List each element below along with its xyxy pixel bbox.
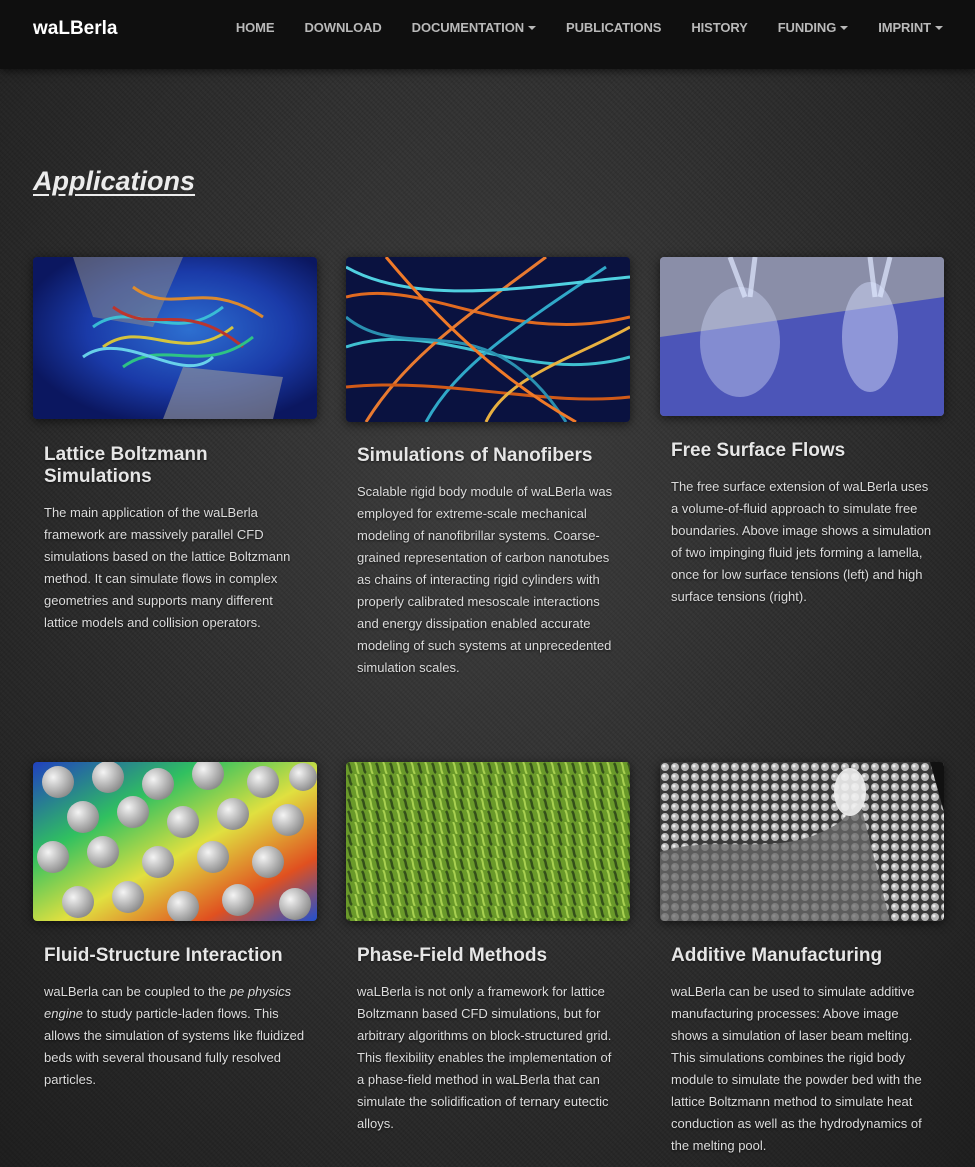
card-phase-field: Phase-Field Methods waLBerla is not only… [346, 762, 630, 1135]
card-text-pre: waLBerla can be coupled to the [44, 984, 230, 999]
card-nanofibers: Simulations of Nanofibers Scalable rigid… [346, 257, 630, 679]
caret-down-icon[interactable] [528, 26, 536, 30]
card-description: waLBerla can be coupled to the pe physic… [44, 981, 306, 1091]
nav-documentation-label[interactable]: DOCUMENTATION [412, 20, 524, 35]
lbm-simulation-image [33, 257, 317, 419]
nav-funding-label[interactable]: FUNDING [778, 20, 837, 35]
card-description: waLBerla can be used to simulate additiv… [671, 984, 922, 1153]
nav-history-label[interactable]: HISTORY [691, 20, 747, 35]
card-description: The free surface extension of waLBerla u… [671, 479, 932, 604]
nav-download-label[interactable]: DOWNLOAD [304, 20, 381, 35]
nav-imprint-label[interactable]: IMPRINT [878, 20, 931, 35]
caret-down-icon[interactable] [935, 26, 943, 30]
card-title: Fluid-Structure Interaction [44, 945, 283, 966]
phase-field-simulation-image [346, 762, 630, 921]
card-title: Simulations of Nanofibers [357, 445, 593, 466]
top-navbar: waLBerla HOME DOWNLOAD DOCUMENTATION PUB… [0, 0, 975, 69]
free-surface-simulation-image [660, 257, 944, 416]
nanofiber-simulation-image [346, 257, 630, 422]
nav-publications[interactable]: PUBLICATIONS [566, 20, 661, 35]
card-lattice-boltzmann: Lattice Boltzmann Simulations The main a… [33, 257, 317, 634]
card-title: Free Surface Flows [671, 440, 846, 461]
card-title: Additive Manufacturing [671, 945, 883, 966]
fluid-structure-simulation-image [33, 762, 317, 921]
nav-download[interactable]: DOWNLOAD [304, 20, 381, 35]
card-description: Scalable rigid body module of waLBerla w… [357, 484, 613, 675]
card-additive-manufacturing: Additive Manufacturing waLBerla can be u… [660, 762, 944, 1157]
nav-history[interactable]: HISTORY [691, 20, 747, 35]
brand-logo[interactable]: waLBerla [33, 18, 117, 40]
page-title: Applications [33, 166, 196, 196]
nav-home-label[interactable]: HOME [236, 20, 275, 35]
caret-down-icon[interactable] [840, 26, 849, 30]
card-title: Lattice Boltzmann Simulations [44, 444, 208, 487]
card-title: Phase-Field Methods [357, 945, 548, 966]
nav-funding[interactable]: FUNDING [778, 20, 849, 35]
card-description: The main application of the waLBerla fra… [44, 505, 291, 630]
card-fluid-structure: Fluid-Structure Interaction waLBerla can… [33, 762, 317, 1091]
card-free-surface: Free Surface Flows The free surface exte… [660, 257, 944, 608]
nav-publications-label[interactable]: PUBLICATIONS [566, 20, 661, 35]
nav-documentation[interactable]: DOCUMENTATION [412, 20, 536, 35]
card-description: waLBerla is not only a framework for lat… [357, 984, 612, 1131]
card-text-post: to study particle-laden flows. This allo… [44, 1006, 305, 1087]
nav-imprint[interactable]: IMPRINT [878, 20, 943, 35]
main-nav: HOME DOWNLOAD DOCUMENTATION PUBLICATIONS… [206, 20, 943, 35]
nav-home[interactable]: HOME [236, 20, 275, 35]
additive-manufacturing-simulation-image [660, 762, 944, 921]
